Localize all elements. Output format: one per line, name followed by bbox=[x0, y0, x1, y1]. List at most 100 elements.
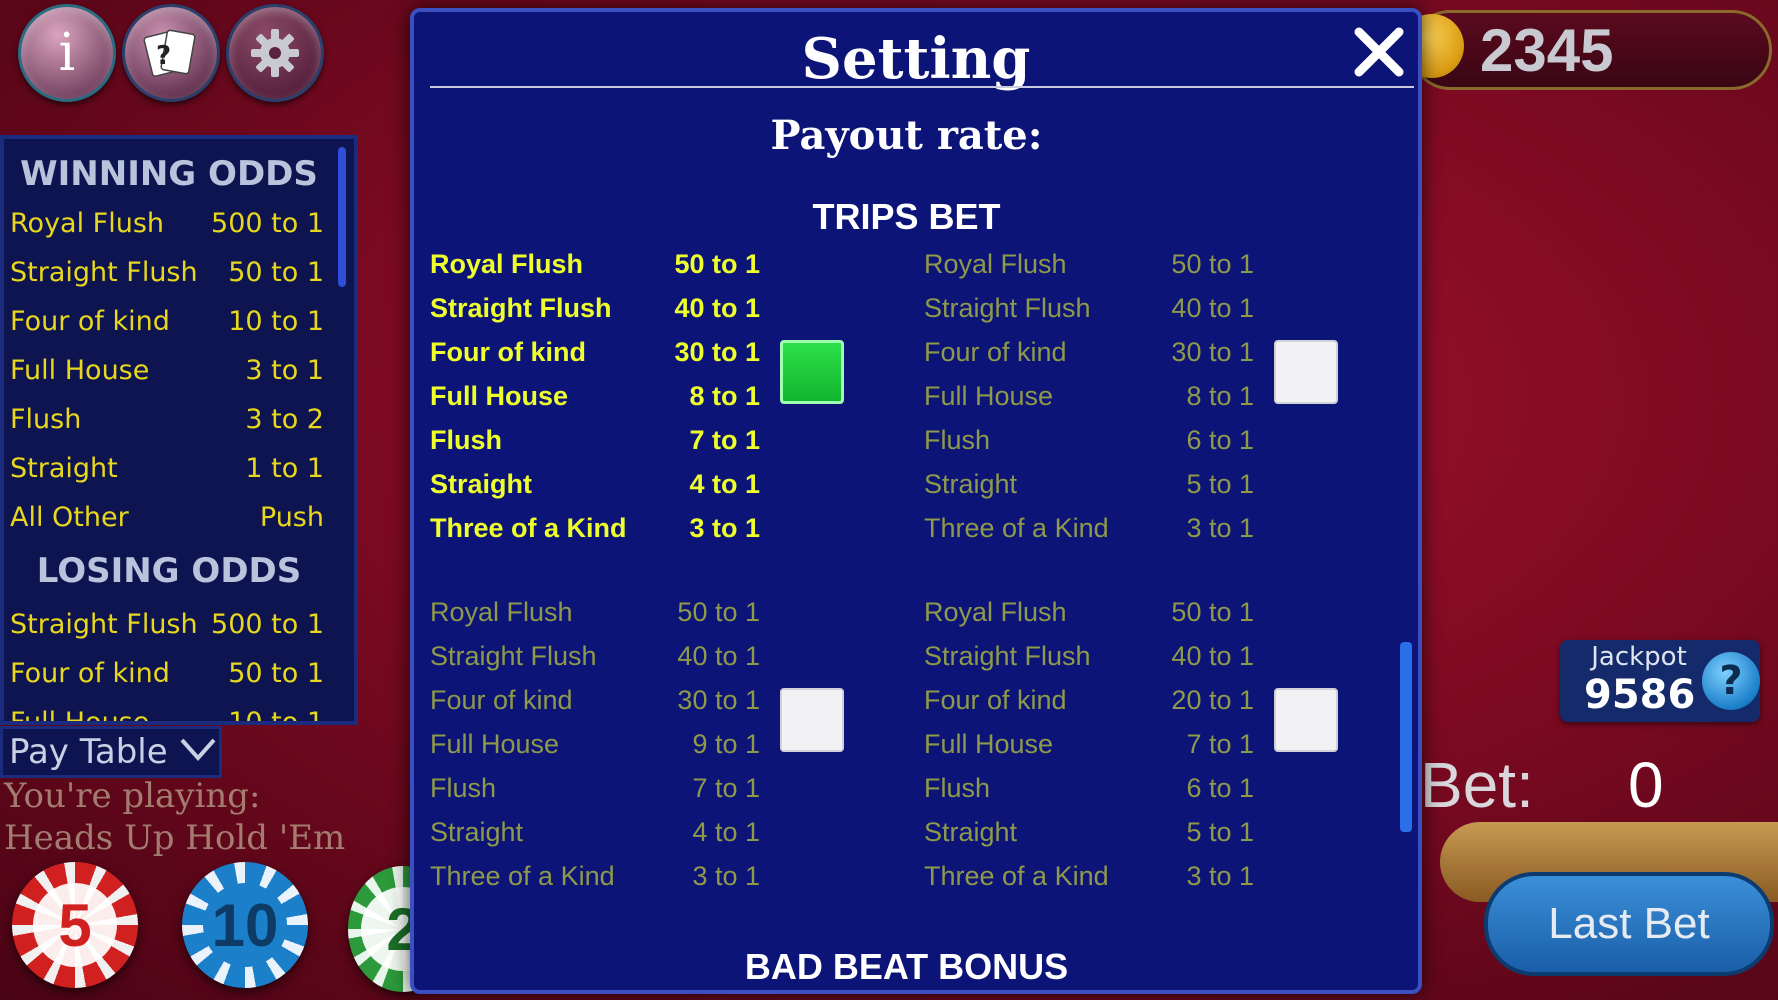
info-icon: i bbox=[58, 23, 76, 83]
hand-odds: 3 to 2 bbox=[245, 404, 324, 435]
payout-row: Flush 6 to 1 bbox=[924, 766, 1254, 810]
bad-beat-bonus-heading: BAD BEAT BONUS bbox=[744, 946, 1069, 987]
payout-row: Straight Flush 40 to 1 bbox=[430, 286, 760, 330]
hand-name: Four of kind bbox=[924, 336, 1067, 367]
chevron-down-icon bbox=[178, 735, 218, 770]
hand-odds: 10 to 1 bbox=[228, 707, 324, 725]
payout-option-4-checkbox[interactable] bbox=[1274, 688, 1338, 752]
winning-odds-row: All Other Push bbox=[4, 493, 354, 542]
payout-option-1-checkbox[interactable] bbox=[780, 340, 844, 404]
hand-odds: 6 to 1 bbox=[1186, 772, 1254, 803]
winning-odds-row: Flush 3 to 2 bbox=[4, 395, 354, 444]
chip-5[interactable]: 5 bbox=[12, 862, 138, 988]
hand-odds: 5 to 1 bbox=[1186, 816, 1254, 847]
close-button[interactable] bbox=[1346, 16, 1412, 88]
hand-name: Full House bbox=[10, 707, 150, 725]
hand-odds: 3 to 1 bbox=[1186, 860, 1254, 891]
hand-name: Straight bbox=[10, 453, 118, 484]
trips-bet-heading: TRIPS BET bbox=[812, 196, 1001, 237]
hand-odds: 5 to 1 bbox=[1186, 468, 1254, 499]
hand-name: Four of kind bbox=[10, 306, 170, 337]
hand-name: Straight bbox=[924, 816, 1018, 847]
svg-text:?: ? bbox=[156, 41, 171, 71]
hand-name: Royal Flush bbox=[430, 596, 573, 627]
pay-table-dropdown[interactable]: Pay Table bbox=[0, 726, 222, 778]
payout-row: Full House 8 to 1 bbox=[924, 374, 1254, 418]
hand-odds: 8 to 1 bbox=[1186, 380, 1254, 411]
odds-panel[interactable]: WINNING ODDS Royal Flush 500 to 1 Straight… bbox=[0, 135, 358, 725]
info-button[interactable]: i bbox=[18, 4, 116, 102]
payout-row: Flush 7 to 1 bbox=[430, 418, 760, 462]
hand-odds: 40 to 1 bbox=[1171, 292, 1254, 323]
hand-name: Straight Flush bbox=[430, 292, 612, 323]
hand-odds: 7 to 1 bbox=[1186, 728, 1254, 759]
hand-odds: 40 to 1 bbox=[1171, 640, 1254, 671]
payout-row: Straight Flush 40 to 1 bbox=[924, 634, 1254, 678]
modal-scrollbar[interactable] bbox=[1400, 642, 1412, 832]
winning-odds-row: Full House 3 to 1 bbox=[4, 346, 354, 395]
hand-odds: 6 to 1 bbox=[1186, 424, 1254, 455]
payout-row: Straight 4 to 1 bbox=[430, 462, 760, 506]
hand-name: Flush bbox=[430, 424, 502, 455]
hand-odds: 10 to 1 bbox=[228, 306, 324, 337]
payout-group-4: Royal Flush 50 to 1 Straight Flush 40 to 1 F… bbox=[924, 590, 1254, 898]
hand-name: Full House bbox=[430, 380, 569, 411]
chip-10-value: 10 bbox=[203, 883, 287, 967]
payout-row: Four of kind 30 to 1 bbox=[430, 678, 760, 722]
payout-group-3: Royal Flush 50 to 1 Straight Flush 40 to 1 F… bbox=[430, 590, 760, 898]
payout-row: Three of a Kind 3 to 1 bbox=[924, 506, 1254, 550]
hand-odds: 50 to 1 bbox=[677, 596, 760, 627]
hand-odds: 7 to 1 bbox=[692, 772, 760, 803]
hand-name: Flush bbox=[924, 424, 991, 455]
hand-odds: 4 to 1 bbox=[692, 816, 760, 847]
hand-odds: 3 to 1 bbox=[692, 860, 760, 891]
hand-name: Full House bbox=[924, 380, 1054, 411]
hand-odds: 30 to 1 bbox=[674, 336, 760, 367]
hand-name: Three of a Kind bbox=[430, 860, 615, 891]
jackpot-help-button[interactable]: ? bbox=[1702, 652, 1760, 710]
hand-name: Flush bbox=[924, 772, 991, 803]
hand-name: Four of kind bbox=[924, 684, 1067, 715]
payout-row: Flush 7 to 1 bbox=[430, 766, 760, 810]
jackpot-value: 9586 bbox=[1584, 672, 1696, 718]
payout-row: Straight 5 to 1 bbox=[924, 810, 1254, 854]
chip-10[interactable]: 10 bbox=[182, 862, 308, 988]
payout-row: Royal Flush 50 to 1 bbox=[430, 590, 760, 634]
hand-name: Royal Flush bbox=[924, 248, 1067, 279]
hand-name: Straight bbox=[924, 468, 1018, 499]
hand-odds: 40 to 1 bbox=[674, 292, 760, 323]
payout-option-3-checkbox[interactable] bbox=[780, 688, 844, 752]
odds-panel-scrollbar[interactable] bbox=[338, 147, 346, 287]
losing-odds-row: Straight Flush 500 to 1 bbox=[4, 600, 354, 649]
hand-name: Three of a Kind bbox=[924, 512, 1109, 543]
playing-game-name: Heads Up Hold 'Em bbox=[4, 818, 346, 858]
payout-row: Royal Flush 50 to 1 bbox=[924, 590, 1254, 634]
payout-row: Three of a Kind 3 to 1 bbox=[924, 854, 1254, 898]
hand-odds: 50 to 1 bbox=[674, 248, 760, 279]
last-bet-button[interactable]: Last Bet bbox=[1484, 872, 1774, 976]
gear-icon bbox=[251, 29, 299, 77]
payout-row: Flush 6 to 1 bbox=[924, 418, 1254, 462]
payout-row: Four of kind 30 to 1 bbox=[430, 330, 760, 374]
hand-odds: 500 to 1 bbox=[211, 208, 324, 239]
hand-odds: 7 to 1 bbox=[689, 424, 760, 455]
settings-button[interactable] bbox=[226, 4, 324, 102]
hand-odds: 50 to 1 bbox=[228, 658, 324, 689]
hand-name: Four of kind bbox=[430, 336, 586, 367]
help-cards-button[interactable]: ? bbox=[122, 4, 220, 102]
bet-label: Bet: bbox=[1420, 749, 1534, 821]
payout-row: Straight 4 to 1 bbox=[430, 810, 760, 854]
hand-name: Straight Flush bbox=[924, 640, 1091, 671]
winning-odds-row: Straight 1 to 1 bbox=[4, 444, 354, 493]
hand-name: Full House bbox=[10, 355, 150, 386]
payout-row: Full House 9 to 1 bbox=[430, 722, 760, 766]
payout-row: Four of kind 20 to 1 bbox=[924, 678, 1254, 722]
hand-name: Straight Flush bbox=[10, 257, 198, 288]
payout-row: Full House 8 to 1 bbox=[430, 374, 760, 418]
winning-odds-row: Straight Flush 50 to 1 bbox=[4, 248, 354, 297]
payout-row: Straight Flush 40 to 1 bbox=[430, 634, 760, 678]
payout-row: Royal Flush 50 to 1 bbox=[430, 242, 760, 286]
payout-option-2-checkbox[interactable] bbox=[1274, 340, 1338, 404]
jackpot-label: Jackpot bbox=[1591, 642, 1687, 672]
hand-name: Three of a Kind bbox=[430, 512, 627, 543]
